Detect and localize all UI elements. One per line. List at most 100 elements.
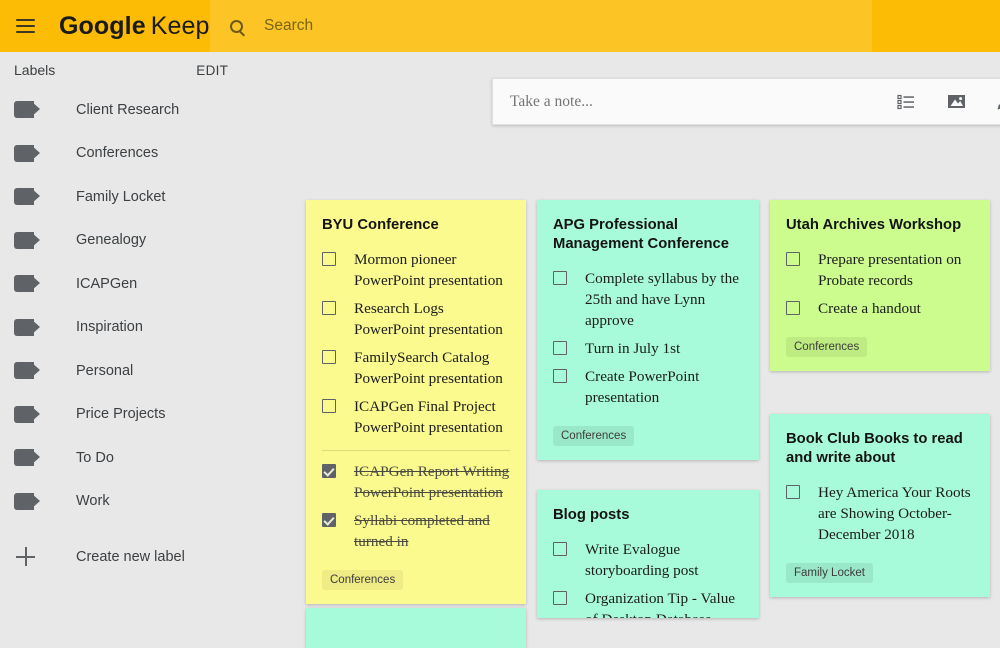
sidebar-item-label: Work [76, 493, 110, 510]
note-label-chip[interactable]: Conferences [786, 337, 868, 357]
sidebar-item-label: Conferences [76, 145, 159, 162]
sidebar-item-to-do[interactable]: To Do [0, 436, 280, 480]
checklist-item-text: Mormon pioneer PowerPoint presentation [354, 251, 503, 289]
checklist-item[interactable]: Syllabi completed and turned in [322, 510, 510, 552]
checklist-item[interactable]: Turn in July 1st [553, 338, 743, 359]
checkbox-icon[interactable] [553, 542, 567, 556]
checkbox-icon[interactable] [553, 341, 567, 355]
sidebar-item-label: ICAPGen [76, 275, 138, 292]
sidebar-item-label: Personal [76, 362, 134, 379]
checkbox-icon[interactable] [553, 271, 567, 285]
take-a-note-input[interactable] [510, 92, 870, 111]
sidebar-item-label: To Do [76, 449, 114, 466]
edit-labels-button[interactable]: EDIT [196, 63, 228, 78]
note-label-chip[interactable]: Conferences [553, 426, 635, 446]
checkbox-icon[interactable] [322, 350, 336, 364]
sidebar-item-genealogy[interactable]: Genealogy [0, 219, 280, 263]
checklist-item-text: Turn in July 1st [585, 340, 681, 357]
label-tag-icon [14, 101, 43, 119]
search-input[interactable] [262, 11, 822, 41]
checklist-item-text: Hey America Your Roots are Showing Octob… [818, 484, 971, 543]
checkbox-icon[interactable] [786, 485, 800, 499]
checkbox-icon[interactable] [553, 591, 567, 605]
checkbox-icon[interactable] [553, 369, 567, 383]
sidebar: Labels EDIT Client Research Conferences Fa… [0, 52, 280, 567]
checklist-item[interactable]: Write Evalogue storyboarding post [553, 539, 743, 581]
checklist-icon[interactable] [886, 82, 926, 122]
checklist-item-text: Organization Tip - Value of Desktop Data… [585, 590, 736, 618]
note-card-byu[interactable]: BYU Conference Mormon pioneer PowerPoint … [306, 200, 526, 604]
checklist-item-text: Research Logs PowerPoint presentation [354, 300, 503, 338]
checkbox-icon[interactable] [786, 252, 800, 266]
checkbox-icon[interactable] [322, 513, 336, 527]
search-bar[interactable] [210, 0, 872, 52]
checkbox-icon[interactable] [786, 301, 800, 315]
labels-title: Labels [14, 62, 56, 78]
checkbox-icon[interactable] [322, 464, 336, 478]
note-card-utah[interactable]: Utah Archives Workshop Prepare presentati… [770, 200, 990, 371]
checklist-item-text: Write Evalogue storyboarding post [585, 541, 699, 579]
note-title: APG Professional Management Conference [553, 217, 729, 252]
checklist-item-text: Prepare presentation on Probate records [818, 251, 962, 289]
checklist-item-text: ICAPGen Report Writing PowerPoint presen… [354, 463, 510, 501]
search-icon[interactable] [210, 0, 262, 52]
sidebar-item-work[interactable]: Work [0, 480, 280, 524]
sidebar-item-label: Price Projects [76, 406, 166, 423]
note-card-book[interactable]: Book Club Books to read and write about H… [770, 414, 990, 597]
checklist-item-text: FamilySearch Catalog PowerPoint presenta… [354, 349, 503, 387]
app-logo: Google Keep [59, 12, 210, 41]
sidebar-item-label: Genealogy [76, 232, 147, 249]
sidebar-item-create-new-label[interactable]: Create new label [0, 535, 185, 579]
label-tag-icon [14, 144, 43, 162]
sidebar-item-price-projects[interactable]: Price Projects [0, 393, 280, 437]
note-card-blog[interactable]: Blog posts Write Evalogue storyboarding p… [537, 490, 759, 618]
checklist-item-text: Create a handout [818, 300, 921, 317]
checkbox-icon[interactable] [322, 301, 336, 315]
label-tag-icon [14, 275, 43, 293]
note-card-partial[interactable] [306, 608, 526, 648]
checkbox-icon[interactable] [322, 252, 336, 266]
checklist-item[interactable]: Complete syllabus by the 25th and have L… [553, 268, 743, 331]
checklist-item[interactable]: Hey America Your Roots are Showing Octob… [786, 482, 974, 545]
checklist-item[interactable]: Create PowerPoint presentation [553, 366, 743, 408]
note-card-apg[interactable]: APG Professional Management Conference Co… [537, 200, 759, 460]
checklist-item-text: Complete syllabus by the 25th and have L… [585, 270, 739, 329]
hamburger-menu-icon[interactable] [3, 4, 47, 48]
sidebar-item-label: Inspiration [76, 319, 143, 336]
checklist-item-text: Create PowerPoint presentation [585, 368, 700, 406]
checklist-item[interactable]: FamilySearch Catalog PowerPoint presenta… [322, 347, 510, 389]
label-tag-icon [14, 492, 43, 510]
checklist-item[interactable]: Mormon pioneer PowerPoint presentation [322, 249, 510, 291]
note-title: Book Club Books to read and write about [786, 431, 963, 466]
label-tag-icon [14, 318, 43, 336]
sidebar-item-client-research[interactable]: Client Research [0, 88, 280, 132]
sidebar-item-personal[interactable]: Personal [0, 349, 280, 393]
checklist-item-text: ICAPGen Final Project PowerPoint present… [354, 398, 503, 436]
brush-icon[interactable] [985, 82, 1000, 122]
label-tag-icon [14, 188, 43, 206]
checklist-item[interactable]: ICAPGen Final Project PowerPoint present… [322, 396, 510, 438]
sidebar-item-conferences[interactable]: Conferences [0, 132, 280, 176]
note-composer[interactable] [492, 78, 1000, 125]
sidebar-item-inspiration[interactable]: Inspiration [0, 306, 280, 350]
note-title: Utah Archives Workshop [786, 217, 962, 233]
checklist-item[interactable]: Prepare presentation on Probate records [786, 249, 974, 291]
sidebar-item-family-locket[interactable]: Family Locket [0, 175, 280, 219]
labels-header: Labels EDIT [0, 52, 280, 88]
label-tag-icon [14, 362, 43, 380]
label-tag-icon [14, 449, 43, 467]
logo-google: Google [59, 11, 146, 40]
checklist-item[interactable]: Research Logs PowerPoint presentation [322, 298, 510, 340]
checklist-item[interactable]: Organization Tip - Value of Desktop Data… [553, 588, 743, 618]
logo-keep: Keep [150, 11, 210, 40]
app-body: Labels EDIT Client Research Conferences Fa… [0, 52, 1000, 648]
image-icon[interactable] [936, 82, 976, 122]
note-label-chip[interactable]: Family Locket [786, 563, 873, 583]
note-title: BYU Conference [322, 217, 439, 233]
checkbox-icon[interactable] [322, 399, 336, 413]
checklist-item[interactable]: Create a handout [786, 298, 974, 319]
checklist-item[interactable]: ICAPGen Report Writing PowerPoint presen… [322, 461, 510, 503]
sidebar-item-icapgen[interactable]: ICAPGen [0, 262, 280, 306]
sidebar-item-label: Create new label [76, 548, 185, 565]
note-label-chip[interactable]: Conferences [322, 570, 404, 590]
